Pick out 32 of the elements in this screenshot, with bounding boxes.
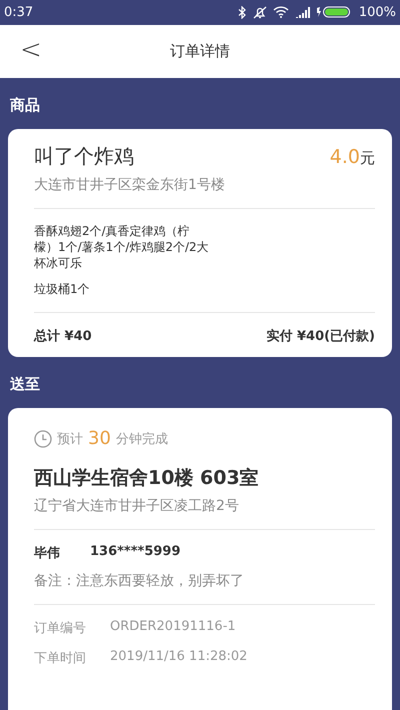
- shop-name: 叫了个炸鸡: [34, 143, 134, 170]
- delivery-place: 西山学生宿舍10楼 603室: [34, 466, 260, 491]
- eta-suffix: 分钟完成: [116, 430, 168, 448]
- total-amount: 总计 ¥40: [34, 328, 92, 345]
- eta-minutes: 30: [88, 428, 111, 449]
- order-items: 香酥鸡翅2个/真香定律鸡（柠檬）1个/薯条1个/炸鸡腿2个/2大杯冰可乐: [34, 223, 210, 271]
- status-time: 0:37: [4, 4, 34, 20]
- contact-name: 毕伟: [34, 545, 60, 562]
- shop-address: 大连市甘井子区栾金东街1号楼: [34, 176, 226, 194]
- delivery-address: 辽宁省大连市甘井子区凌工路2号: [34, 497, 240, 515]
- order-note: 备注：注意东西要轻放，别弄坏了: [34, 572, 245, 590]
- clock-icon: [34, 430, 52, 448]
- wifi-icon: [272, 6, 289, 18]
- back-button[interactable]: <: [14, 35, 48, 65]
- info-label: 订单编号: [34, 620, 86, 637]
- signal-icon: [294, 6, 311, 18]
- info-label: 下单时间: [34, 650, 86, 667]
- page-title: 订单详情: [170, 42, 230, 61]
- extra-item: 垃圾桶1个: [34, 281, 91, 298]
- price-unit: 元: [360, 149, 375, 167]
- contact-phone: 136****5999: [90, 544, 181, 561]
- battery-icon: [316, 6, 353, 18]
- price: 4.0: [330, 146, 360, 168]
- section-heading: 送至: [9, 374, 41, 395]
- paid-amount: 实付 ¥40(已付款): [266, 328, 375, 345]
- bluetooth-icon: [238, 6, 247, 18]
- eta-label: 预计: [57, 430, 83, 448]
- section-heading: 商品: [9, 95, 41, 116]
- battery-percent: 100%: [358, 4, 396, 20]
- info-value: 2019/11/16 11:28:02: [110, 649, 248, 666]
- info-value: ORDER20191116-1: [110, 619, 236, 636]
- muted-bell-icon: [252, 6, 267, 18]
